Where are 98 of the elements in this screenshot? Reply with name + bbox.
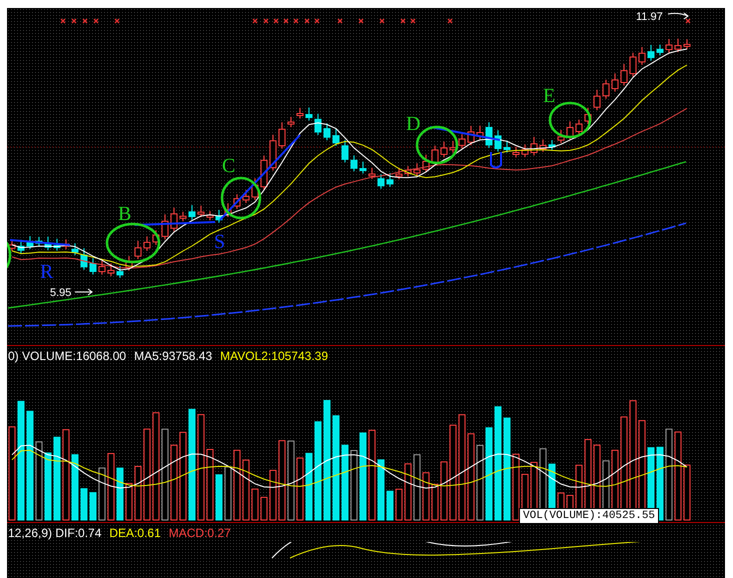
- candlestick: [206, 210, 214, 221]
- candlestick: [324, 122, 330, 141]
- candlestick: [144, 236, 150, 252]
- candlestick: [638, 46, 646, 66]
- candlestick: [540, 139, 546, 152]
- pattern-letter: D: [406, 113, 420, 135]
- candlestick: [566, 120, 574, 140]
- candlestick: [306, 107, 312, 122]
- candlestick: [224, 202, 232, 218]
- price-label: 11.97: [636, 11, 663, 23]
- candlestick: [342, 139, 348, 163]
- candlestick: [332, 128, 340, 146]
- candlestick: [360, 161, 366, 174]
- candlestick: [234, 194, 240, 210]
- candlestick: [432, 145, 438, 166]
- candlestick: [386, 172, 394, 188]
- pattern-letter: R: [40, 261, 54, 283]
- candlestick: [666, 38, 672, 54]
- candlestick: [36, 236, 42, 247]
- candlestick: [54, 238, 60, 252]
- candlestick: [486, 122, 492, 148]
- candlestick: [180, 211, 186, 222]
- price-label: 5.95: [50, 287, 72, 299]
- candlestick: [576, 119, 582, 136]
- candlestick: [522, 144, 528, 158]
- pattern-letter: E: [543, 85, 556, 107]
- candlestick: [242, 190, 250, 204]
- candlestick: [684, 38, 690, 50]
- candlestick: [458, 134, 466, 149]
- candlestick: [594, 89, 600, 111]
- candlestick: [648, 44, 654, 62]
- candlestick: [152, 230, 160, 246]
- candlestick: [530, 136, 538, 156]
- candlestick: [188, 204, 196, 220]
- candlestick: [378, 174, 384, 190]
- candlestick: [72, 242, 78, 256]
- pattern-letter: B: [118, 203, 132, 225]
- candlestick: [404, 166, 412, 178]
- candlestick: [80, 248, 88, 270]
- indicator-value: 12,26,9) DIF:0.74: [8, 525, 102, 542]
- arrow-icon: [668, 12, 688, 20]
- candlestick: [414, 162, 420, 176]
- candlestick: [468, 125, 474, 146]
- pattern-letter: C: [222, 155, 236, 177]
- candlestick: [126, 256, 132, 272]
- candlestick: [368, 167, 376, 180]
- candlestick: [288, 116, 294, 128]
- candlestick: [476, 125, 484, 140]
- indicator-value: 0) VOLUME:16068.00: [8, 348, 126, 365]
- candlestick: [116, 266, 124, 278]
- candlestick: [548, 139, 556, 150]
- candlestick: [252, 178, 258, 200]
- candlestick: [440, 141, 448, 158]
- candlestick: [422, 154, 430, 173]
- candlestick: [296, 107, 304, 120]
- candlestick: [630, 52, 636, 78]
- candlestick: [504, 140, 510, 154]
- candlestick: [18, 239, 24, 254]
- candlestick: [216, 209, 222, 224]
- highlight-circle: [106, 222, 160, 264]
- indicator-value: MA5:93758.43: [134, 348, 212, 365]
- candlestick: [198, 205, 204, 218]
- candlestick: [612, 72, 618, 92]
- highlight-circle: [220, 176, 262, 220]
- candlestick: [314, 113, 322, 136]
- candlestick: [62, 238, 70, 250]
- indicator-value: DEA:0.61: [109, 525, 161, 542]
- trend-line: [10, 239, 70, 246]
- candlestick: [494, 130, 502, 152]
- candlestick: [656, 44, 664, 56]
- candlestick: [512, 146, 520, 158]
- candlestick: [44, 236, 52, 251]
- highlight-circle: [548, 102, 592, 138]
- candlestick: [170, 207, 178, 232]
- candlestick: [584, 107, 592, 125]
- pattern-letter: S: [214, 231, 226, 253]
- candlestick: [396, 167, 402, 180]
- volume-readout-tooltip: VOL(VOLUME):40525.55: [519, 508, 660, 524]
- indicator-value: MAVOL2:105743.39: [220, 348, 328, 365]
- candlestick: [108, 262, 114, 277]
- candlestick: [260, 155, 268, 190]
- candlestick: [602, 79, 610, 100]
- candlestick: [270, 134, 276, 172]
- candlestick: [90, 258, 96, 275]
- bracket-icon: [490, 152, 502, 168]
- indicator-value: MACD:0.27: [168, 525, 231, 542]
- candlestick: [134, 240, 142, 260]
- candlestick: [162, 214, 168, 240]
- candlestick: [558, 130, 564, 144]
- candlestick: [450, 140, 456, 154]
- trend-line: [430, 126, 500, 141]
- arrow-icon: [74, 288, 93, 296]
- candlestick: [674, 38, 682, 53]
- candlestick: [350, 154, 358, 172]
- candlestick: [620, 63, 628, 86]
- candlestick: [98, 260, 106, 276]
- candlestick: [278, 122, 286, 150]
- candlestick: [26, 236, 34, 250]
